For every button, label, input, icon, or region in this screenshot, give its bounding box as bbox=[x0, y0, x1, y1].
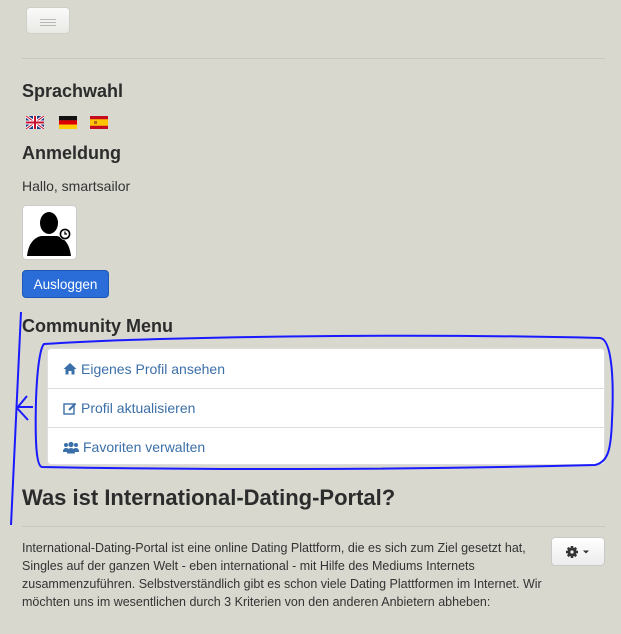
edit-icon bbox=[63, 402, 77, 415]
gear-icon bbox=[566, 546, 578, 558]
divider bbox=[22, 526, 605, 527]
menu-item-label: Eigenes Profil ansehen bbox=[81, 360, 225, 377]
flag-uk-icon[interactable] bbox=[26, 116, 44, 129]
about-line: möchten uns im wesentlichen durch 3 Krit… bbox=[22, 595, 491, 609]
users-icon bbox=[63, 441, 79, 453]
hamburger-bar bbox=[40, 25, 56, 26]
menu-toggle-button[interactable] bbox=[26, 7, 70, 34]
settings-dropdown-button[interactable] bbox=[551, 537, 605, 566]
community-menu-heading: Community Menu bbox=[22, 316, 173, 336]
logout-button[interactable]: Ausloggen bbox=[22, 270, 109, 298]
caret-down-icon bbox=[583, 550, 589, 554]
hamburger-bar bbox=[40, 19, 56, 20]
flag-es-icon[interactable] bbox=[90, 116, 108, 129]
login-heading: Anmeldung bbox=[22, 143, 121, 163]
home-icon bbox=[63, 363, 77, 375]
menu-item-view-profile[interactable]: Eigenes Profil ansehen bbox=[48, 349, 604, 388]
about-line: International-Dating-Portal ist eine onl… bbox=[22, 541, 526, 555]
annotation-arrow bbox=[15, 395, 33, 421]
menu-item-manage-favorites[interactable]: Favoriten verwalten bbox=[48, 427, 604, 466]
menu-item-label: Profil aktualisieren bbox=[81, 400, 196, 416]
language-heading: Sprachwahl bbox=[22, 81, 124, 101]
hamburger-bar bbox=[40, 22, 56, 23]
greeting-text: Hallo, smartsailor bbox=[22, 178, 131, 194]
menu-item-label: Favoriten verwalten bbox=[83, 439, 206, 455]
about-paragraph: International-Dating-Portal ist eine onl… bbox=[22, 539, 550, 611]
menu-item-update-profile[interactable]: Profil aktualisieren bbox=[48, 388, 604, 427]
about-line: zusammenzuführen. Selbstverständlich gib… bbox=[22, 577, 542, 591]
divider bbox=[22, 58, 605, 59]
about-heading: Was ist International-Dating-Portal? bbox=[22, 485, 396, 510]
avatar[interactable] bbox=[22, 205, 77, 260]
flag-de-icon[interactable] bbox=[59, 116, 77, 129]
annotation-line bbox=[10, 311, 22, 526]
community-menu-list: Eigenes Profil ansehen Profil aktualisie… bbox=[47, 348, 605, 465]
about-line: Singles auf der ganzen Welt - eben inter… bbox=[22, 559, 475, 573]
